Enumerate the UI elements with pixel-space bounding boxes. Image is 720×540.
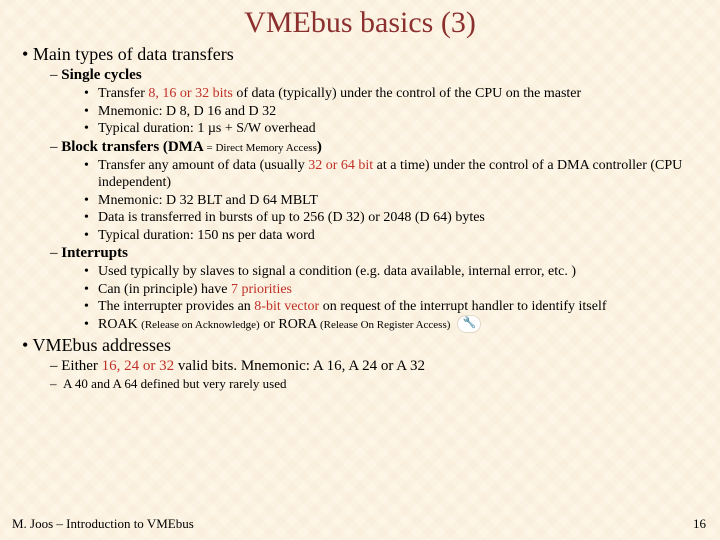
sub-addresses: Either 16, 24 or 32 valid bits. Mnemonic… <box>50 358 706 375</box>
sub-label: Single cycles <box>61 67 141 83</box>
item: •Mnemonic: D 32 BLT and D 64 MBLT <box>84 192 696 210</box>
text: Mnemonic: D 32 BLT and D 64 MBLT <box>98 192 696 210</box>
text: Typical duration: 1 µs + S/W overhead <box>98 120 696 138</box>
text: A 40 and A 64 defined but very rarely us… <box>63 376 286 391</box>
text: on request of the interrupt handler to i… <box>319 299 606 314</box>
item: • Transfer any amount of data (usually 3… <box>84 157 696 192</box>
section-label: Main types of data transfers <box>33 44 234 64</box>
slide-content: Main types of data transfers Single cycl… <box>0 44 720 392</box>
highlight: 16, 24 or 32 <box>102 358 175 374</box>
sub-block-transfers: Block transfers (DMA = Direct Memory Acc… <box>50 139 706 156</box>
text: of data (typically) under the control of… <box>233 86 581 101</box>
item: •Mnemonic: D 8, D 16 and D 32 <box>84 103 696 121</box>
highlight: 32 or 64 bit <box>308 158 373 173</box>
text: Transfer <box>98 86 148 101</box>
text: Typical duration: 150 ns per data word <box>98 227 696 245</box>
sub-label: Interrupts <box>61 245 128 261</box>
small-text: (Release On Register Access) <box>320 319 450 331</box>
item: • ROAK (Release on Acknowledge) or RORA … <box>84 316 696 334</box>
text: ROAK <box>98 317 141 332</box>
slide-title: VMEbus basics (3) <box>0 0 720 42</box>
highlight: 8, 16 or 32 bits <box>148 86 232 101</box>
text: Either <box>61 358 101 374</box>
text: Transfer any amount of data (usually <box>98 158 308 173</box>
item: • The interrupter provides an 8-bit vect… <box>84 298 696 316</box>
note-addresses: – A 40 and A 64 defined but very rarely … <box>50 376 706 392</box>
sub-label-close: ) <box>317 139 322 155</box>
text: Data is transferred in bursts of up to 2… <box>98 209 696 227</box>
small-text: (Release on Acknowledge) <box>141 319 260 331</box>
text: The interrupter provides an <box>98 299 254 314</box>
sub-interrupts: Interrupts <box>50 245 706 262</box>
slide-number: 16 <box>693 516 706 532</box>
text: Can (in principle) have <box>98 282 231 297</box>
item: •Data is transferred in bursts of up to … <box>84 209 696 227</box>
text: Mnemonic: D 8, D 16 and D 32 <box>98 103 696 121</box>
footer: M. Joos – Introduction to VMEbus 16 <box>12 516 706 532</box>
highlight: 7 priorities <box>231 282 292 297</box>
item: •Typical duration: 150 ns per data word <box>84 227 696 245</box>
text: valid bits. Mnemonic: A 16, A 24 or A 32 <box>174 358 425 374</box>
highlight: 8-bit vector <box>254 299 319 314</box>
item: •Used typically by slaves to signal a co… <box>84 263 696 281</box>
sub-single-cycles: Single cycles <box>50 67 706 84</box>
sub-label-small: = Direct Memory Access <box>204 142 317 154</box>
section-label: VMEbus addresses <box>32 335 170 355</box>
wrench-icon <box>458 316 480 332</box>
text: or RORA <box>260 317 320 332</box>
section-vmebus-addresses: VMEbus addresses <box>22 335 706 356</box>
item: •Typical duration: 1 µs + S/W overhead <box>84 120 696 138</box>
item: • Can (in principle) have 7 priorities <box>84 281 696 299</box>
item: • Transfer 8, 16 or 32 bits of data (typ… <box>84 85 696 103</box>
section-main-types: Main types of data transfers <box>22 44 706 65</box>
text: Used typically by slaves to signal a con… <box>98 263 696 281</box>
footer-left: M. Joos – Introduction to VMEbus <box>12 516 194 532</box>
sub-label: Block transfers (DMA <box>61 139 203 155</box>
